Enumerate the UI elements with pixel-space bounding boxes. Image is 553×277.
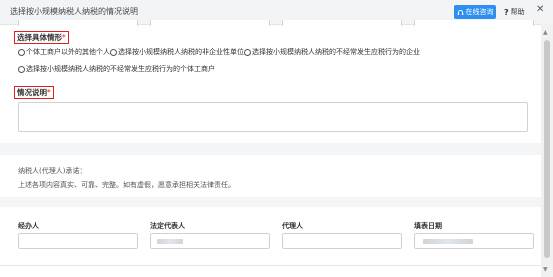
situation-section: 选择具体情形* 个体工商户以外的其他个人 选择按小规模纳税人纳税的非企业性单位 … xyxy=(8,26,536,143)
handler-label: 经办人 xyxy=(18,222,39,230)
situation-option-3[interactable]: 选择按小规模纳税人纳税的不经常发生应税行为的企业 xyxy=(244,47,420,57)
section-divider xyxy=(0,143,541,155)
radio-button[interactable] xyxy=(244,48,251,56)
pledge-text: 上述各项内容真实、可靠、完整。如有虚假，愿意承担相关法律责任。 xyxy=(18,181,235,189)
fill-date-input[interactable] xyxy=(414,233,534,249)
dialog-title: 选择按小规模纳税人纳税的情况说明 xyxy=(10,7,138,16)
required-mark: * xyxy=(47,88,51,97)
required-mark: * xyxy=(62,33,66,42)
situation-option-2[interactable]: 选择按小规模纳税人纳税的非企业性单位 xyxy=(110,47,244,57)
bottom-divider xyxy=(0,265,541,266)
pledge-heading: 纳税人(代理人)承诺： xyxy=(18,167,87,175)
pledge-section: 纳税人(代理人)承诺： 上述各项内容真实、可靠、完整。如有虚假，愿意承担相关法律… xyxy=(8,155,536,197)
explanation-textarea[interactable] xyxy=(18,102,528,132)
online-consult-button[interactable]: 在线咨询 xyxy=(454,5,496,19)
situation-option-1[interactable]: 个体工商户以外的其他个人 xyxy=(18,47,110,57)
scroll-up-icon[interactable]: ▲ xyxy=(543,29,548,36)
help-label: 帮助 xyxy=(510,8,525,16)
radio-button[interactable] xyxy=(18,65,25,73)
fill-date-label: 填表日期 xyxy=(414,222,442,230)
redacted-value xyxy=(423,239,473,244)
legal-rep-label: 法定代表人 xyxy=(150,222,185,230)
agent-input[interactable] xyxy=(282,233,402,249)
signature-section: 经办人 法定代表人 代理人 填表日期 xyxy=(8,207,536,277)
situation-option-4[interactable]: 选择按小规模纳税人纳税的不经常发生应税行为的个体工商户 xyxy=(18,64,215,74)
help-button[interactable]: ? 帮助 xyxy=(504,5,525,19)
headset-icon xyxy=(457,9,463,15)
radio-button[interactable] xyxy=(18,48,25,56)
handler-input[interactable] xyxy=(18,233,138,249)
explanation-label: 情况说明* xyxy=(14,86,54,99)
legal-rep-input[interactable] xyxy=(150,233,270,249)
situation-label: 选择具体情形* xyxy=(14,31,69,44)
radio-button[interactable] xyxy=(110,48,117,56)
vertical-scrollbar[interactable]: ▲ ▼ xyxy=(541,24,553,277)
redacted-value xyxy=(157,239,183,244)
close-icon[interactable]: ✕ xyxy=(536,4,544,15)
agent-label: 代理人 xyxy=(282,222,303,230)
help-icon: ? xyxy=(504,7,509,17)
scroll-down-icon[interactable]: ▼ xyxy=(543,266,548,273)
scrollbar-thumb[interactable] xyxy=(544,40,550,258)
section-divider xyxy=(0,197,541,207)
situation-options-row-2: 选择按小规模纳税人纳税的不经常发生应税行为的个体工商户 xyxy=(18,64,215,74)
situation-options-row-1: 个体工商户以外的其他个人 选择按小规模纳税人纳税的非企业性单位 选择按小规模纳税… xyxy=(18,47,420,57)
online-consult-label: 在线咨询 xyxy=(465,8,494,16)
